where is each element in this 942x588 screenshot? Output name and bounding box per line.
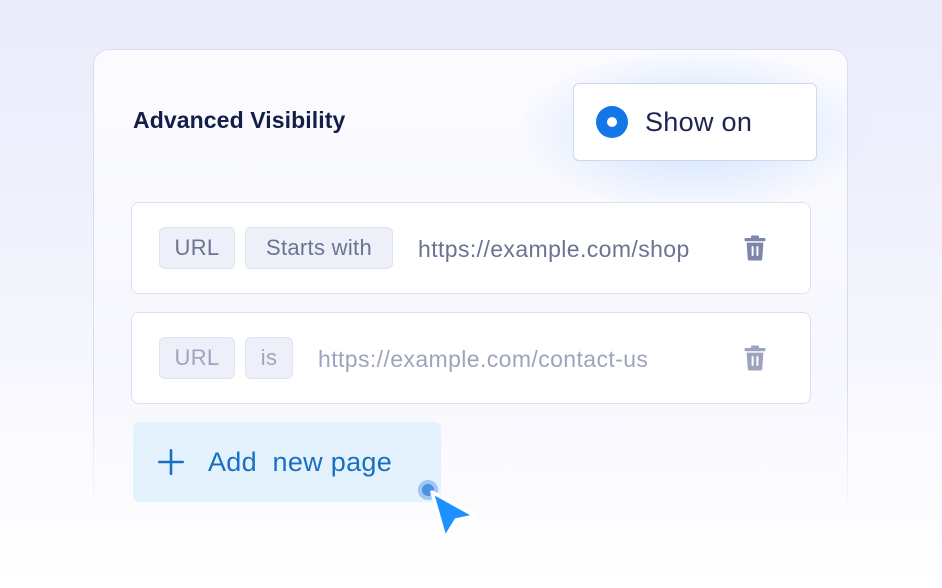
add-new-page-label: Add new page: [208, 447, 393, 477]
trash-icon[interactable]: [744, 235, 766, 261]
radio-selected-icon[interactable]: [596, 106, 628, 138]
rule-row: URL Starts with https://example.com/shop: [131, 202, 811, 294]
panel-title: Advanced Visibility: [133, 107, 346, 133]
show-on-toggle[interactable]: Show on: [573, 83, 817, 161]
pointer-arrow-icon: [430, 490, 477, 540]
rule-value-text[interactable]: https://example.com/contact-us: [318, 346, 648, 373]
rule-value-text[interactable]: https://example.com/shop: [418, 236, 690, 263]
add-new-page-button[interactable]: Add new page: [133, 422, 441, 502]
plus-icon: [158, 449, 184, 475]
rule-field-chip[interactable]: URL: [159, 227, 235, 269]
radio-dot: [607, 117, 617, 127]
trash-icon[interactable]: [744, 345, 766, 371]
show-on-label: Show on: [645, 107, 753, 137]
rule-row: URL is https://example.com/contact-us: [131, 312, 811, 404]
rule-operator-chip[interactable]: Starts with: [245, 227, 393, 269]
rule-field-chip[interactable]: URL: [159, 337, 235, 379]
rule-operator-chip[interactable]: is: [245, 337, 293, 379]
